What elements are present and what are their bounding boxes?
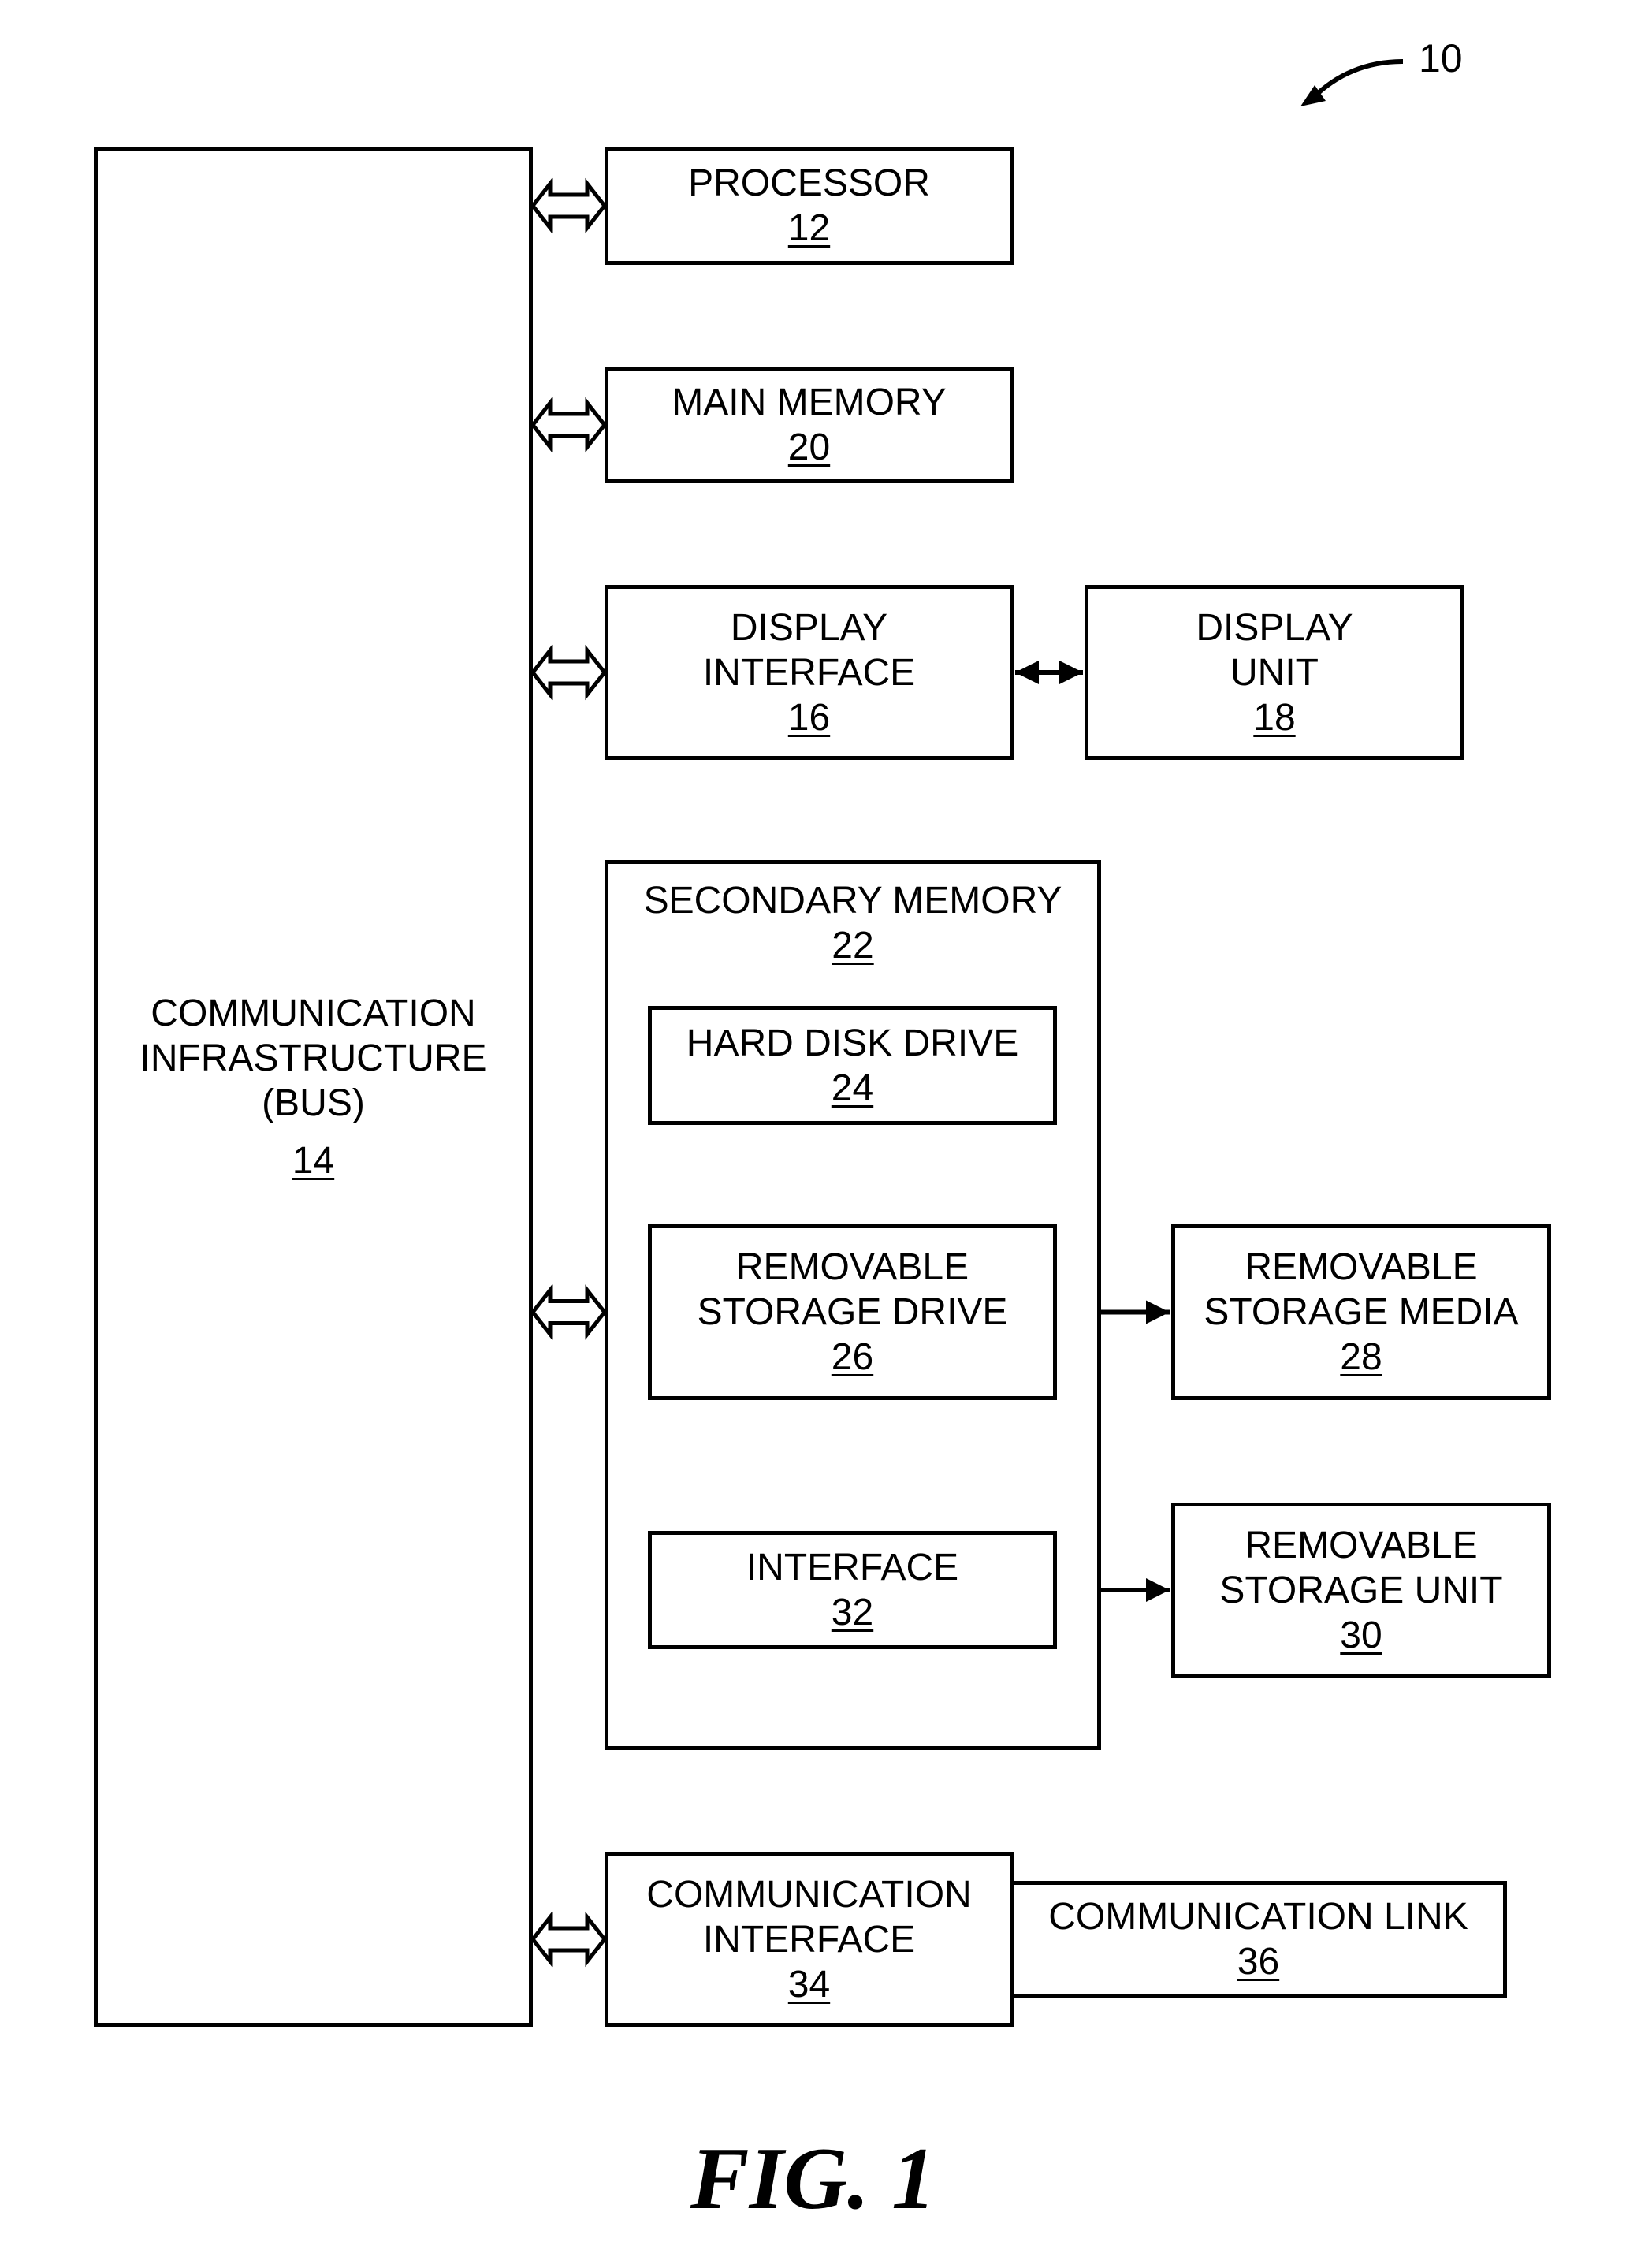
- removable-storage-unit-block[interactable]: REMOVABLE STORAGE UNIT 30: [1171, 1503, 1551, 1678]
- block-label-line: DISPLAY: [730, 606, 888, 649]
- block-label: REMOVABLE STORAGE DRIVE 26: [698, 1245, 1008, 1380]
- block-label: DISPLAY INTERFACE 16: [703, 605, 915, 740]
- block-label-line: COMMUNICATION: [151, 992, 476, 1034]
- main-memory-block[interactable]: MAIN MEMORY 20: [605, 367, 1014, 483]
- reference-numeral: 20: [787, 426, 831, 468]
- block-label-line: REMOVABLE: [735, 1246, 969, 1288]
- block-label: COMMUNICATION LINK 36: [1048, 1894, 1468, 1984]
- reference-numeral: 36: [1237, 1941, 1280, 1983]
- reference-numeral: 32: [831, 1592, 874, 1633]
- reference-numeral: 30: [1340, 1614, 1382, 1656]
- display-interface-block[interactable]: DISPLAY INTERFACE 16: [605, 585, 1014, 760]
- reference-numeral: 26: [831, 1336, 874, 1378]
- bus-connector-display_interface: [530, 644, 608, 701]
- communication-infrastructure-bus-block[interactable]: COMMUNICATION INFRASTRUCTURE (BUS) 14: [94, 147, 533, 2027]
- reference-leader-arrow: [1300, 59, 1404, 106]
- block-label-line: PROCESSOR: [688, 162, 930, 204]
- communication-link-block[interactable]: COMMUNICATION LINK 36: [1010, 1881, 1507, 1998]
- block-label: COMMUNICATION INFRASTRUCTURE (BUS) 14: [140, 991, 487, 1183]
- block-label-line: INTERFACE: [702, 651, 916, 694]
- figure-reference-numeral: 10: [1419, 36, 1463, 80]
- block-label-line: INTERFACE: [746, 1547, 959, 1588]
- figure-caption: FIG. 1: [690, 2130, 936, 2228]
- communication-interface-block[interactable]: COMMUNICATION INTERFACE 34: [605, 1852, 1014, 2027]
- bus-connector-main_memory: [530, 397, 608, 453]
- reference-numeral: 16: [787, 696, 831, 739]
- block-label: SECONDARY MEMORY 22: [644, 878, 1062, 968]
- block-label-line: STORAGE MEDIA: [1204, 1291, 1519, 1333]
- reference-numeral: 24: [831, 1067, 874, 1109]
- reference-numeral: 28: [1340, 1336, 1382, 1378]
- block-label: MAIN MEMORY 20: [672, 380, 946, 470]
- removable-storage-drive-block[interactable]: REMOVABLE STORAGE DRIVE 26: [648, 1224, 1057, 1400]
- reference-numeral: 18: [1253, 696, 1296, 739]
- hard-disk-drive-block[interactable]: HARD DISK DRIVE 24: [648, 1006, 1057, 1125]
- block-label: PROCESSOR 12: [688, 161, 930, 251]
- display-unit-block[interactable]: DISPLAY UNIT 18: [1085, 585, 1464, 760]
- reference-numeral: 12: [787, 207, 831, 249]
- block-label-line: REMOVABLE: [1245, 1246, 1478, 1288]
- interface-block[interactable]: INTERFACE 32: [648, 1531, 1057, 1649]
- bus-connector-processor: [530, 177, 608, 234]
- reference-numeral: 22: [832, 925, 874, 966]
- block-label-line: MAIN MEMORY: [672, 382, 947, 423]
- reference-numeral: 14: [292, 1139, 335, 1182]
- block-label-line: UNIT: [1230, 651, 1319, 694]
- removable-storage-media-block[interactable]: REMOVABLE STORAGE MEDIA 28: [1171, 1224, 1551, 1400]
- block-label-line: COMMUNICATION: [646, 1873, 972, 1916]
- block-label-line: STORAGE DRIVE: [697, 1291, 1008, 1333]
- block-label: REMOVABLE STORAGE UNIT 30: [1219, 1523, 1502, 1658]
- block-label-line: INTERFACE: [702, 1918, 916, 1961]
- block-label-line: DISPLAY: [1196, 606, 1353, 649]
- block-label: REMOVABLE STORAGE MEDIA 28: [1204, 1245, 1518, 1380]
- processor-block[interactable]: PROCESSOR 12: [605, 147, 1014, 265]
- block-label-line: COMMUNICATION LINK: [1048, 1896, 1468, 1938]
- block-label-line: INFRASTRUCTURE: [140, 1037, 487, 1079]
- reference-numeral: 34: [787, 1963, 831, 2005]
- block-label: DISPLAY UNIT 18: [1196, 605, 1353, 740]
- block-label: HARD DISK DRIVE 24: [686, 1021, 1018, 1111]
- block-label: INTERFACE 32: [746, 1545, 958, 1635]
- block-label-line: SECONDARY MEMORY: [643, 880, 1062, 922]
- bus-connector-secondary_memory: [530, 1284, 608, 1340]
- block-label-line: (BUS): [262, 1082, 365, 1124]
- block-label-line: HARD DISK DRIVE: [686, 1022, 1019, 1064]
- block-label-line: REMOVABLE: [1245, 1524, 1478, 1566]
- block-label: COMMUNICATION INTERFACE 34: [646, 1872, 971, 2007]
- bus-connector-communication_interface: [530, 1911, 608, 1968]
- block-label-line: STORAGE UNIT: [1219, 1569, 1503, 1611]
